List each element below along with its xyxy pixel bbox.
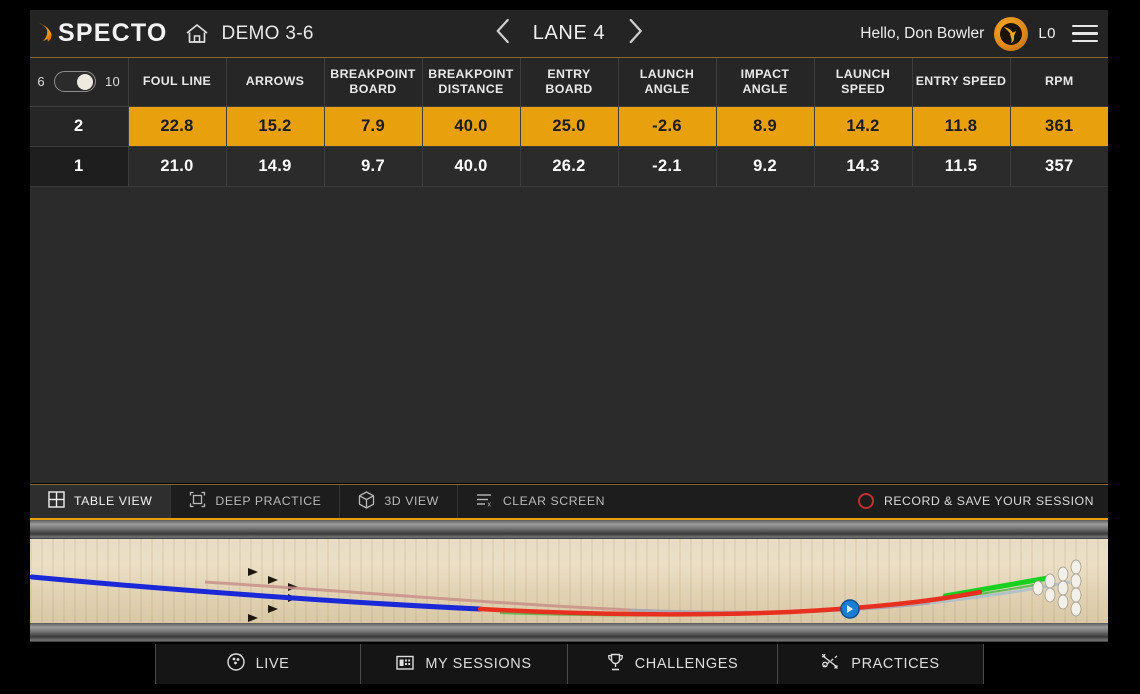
cell-breakpoint-distance: 40.0: [422, 146, 521, 187]
app-header: SPECTO DEMO 3-6 LANE 4 Hello, Don Bowler: [30, 10, 1108, 58]
cell-launch-speed: 14.3: [814, 146, 913, 187]
view-toolbar: TABLE VIEW DEEP PRACTICE 3D VIEW x CLEAR…: [30, 483, 1108, 520]
nav-tail: [984, 644, 1108, 684]
view-tab-3d-view[interactable]: 3D VIEW: [340, 484, 458, 518]
cell-launch-angle: -2.1: [618, 146, 717, 187]
cell-breakpoint-board: 7.9: [324, 106, 423, 147]
toggle-left-label: 6: [37, 74, 45, 90]
cell-launch-speed: 14.2: [814, 106, 913, 147]
grid-table-icon: [48, 491, 65, 511]
cell-breakpoint-board: 9.7: [324, 146, 423, 187]
lane-label: LANE 4: [532, 22, 606, 44]
lane-selector: LANE 4: [495, 17, 644, 50]
view-tab-deep-practice[interactable]: DEEP PRACTICE: [171, 484, 341, 518]
view-tab-table-view[interactable]: TABLE VIEW: [30, 484, 172, 518]
nav-item-my-sessions[interactable]: MY SESSIONS: [360, 644, 567, 684]
column-header-impact-angle[interactable]: IMPACT ANGLE: [716, 58, 815, 107]
home-icon[interactable]: [184, 22, 210, 46]
svg-text:x: x: [487, 501, 491, 508]
table-row[interactable]: 2 22.8 15.2 7.9 40.0 25.0 -2.6 8.9 14.2 …: [30, 106, 1108, 147]
column-header-entry-board[interactable]: ENTRY BOARD: [520, 58, 619, 107]
toggle-knob: [76, 73, 93, 90]
specto-swoosh-icon: [36, 21, 56, 47]
lane-overlay: [30, 559, 1082, 622]
nav-item-label: LIVE: [255, 656, 290, 672]
column-header-launch-speed[interactable]: LAUNCH SPEED: [814, 58, 913, 107]
nav-item-label: PRACTICES: [851, 656, 940, 672]
chevron-left-icon[interactable]: [495, 17, 511, 50]
cell-entry-board: 25.0: [520, 106, 619, 147]
column-header-foul-line[interactable]: FOUL LINE: [128, 58, 227, 107]
cube-3d-icon: [358, 490, 375, 512]
cell-rpm: 361: [1010, 106, 1108, 147]
cell-entry-speed: 11.8: [912, 106, 1011, 147]
table-row[interactable]: 1 21.0 14.9 9.7 40.0 26.2 -2.1 9.2 14.3 …: [30, 146, 1108, 187]
toggle-right-label: 10: [104, 74, 121, 90]
nav-item-label: CHALLENGES: [634, 656, 739, 672]
view-tab-label: CLEAR SCREEN: [502, 494, 606, 508]
stats-table: 6 10 FOUL LINE ARROWS BREAKPOINT BOARD B…: [30, 58, 1108, 187]
pin-count-toggle-cell: 6 10: [30, 58, 129, 107]
column-header-rpm[interactable]: RPM: [1010, 58, 1108, 107]
brand-logo[interactable]: SPECTO: [36, 21, 168, 47]
cell-launch-angle: -2.6: [618, 106, 717, 147]
stats-table-container: 6 10 FOUL LINE ARROWS BREAKPOINT BOARD B…: [30, 58, 1108, 187]
live-ball-icon: [226, 653, 245, 675]
record-label: RECORD & SAVE YOUR SESSION: [883, 494, 1094, 508]
table-header-row: 6 10 FOUL LINE ARROWS BREAKPOINT BOARD B…: [30, 58, 1108, 107]
cell-foul-line: 21.0: [128, 146, 227, 187]
bottom-navigation: LIVE MY SESSIONS CHALLENGES PRACTICES: [30, 644, 1108, 684]
cell-impact-angle: 9.2: [716, 146, 815, 187]
column-header-breakpoint-distance[interactable]: BREAKPOINT DISTANCE: [422, 58, 521, 107]
row-index: 2: [30, 106, 129, 147]
chevron-right-icon[interactable]: [627, 17, 643, 50]
column-header-entry-speed[interactable]: ENTRY SPEED: [912, 58, 1011, 107]
nav-item-challenges[interactable]: CHALLENGES: [567, 644, 777, 684]
cell-arrows: 14.9: [226, 146, 325, 187]
cell-entry-speed: 11.5: [912, 146, 1011, 187]
record-save-session-button[interactable]: RECORD & SAVE YOUR SESSION: [857, 485, 1094, 518]
column-header-breakpoint-board[interactable]: BREAKPOINT BOARD: [324, 58, 423, 107]
view-tab-label: TABLE VIEW: [74, 494, 153, 508]
clear-lines-icon: x: [476, 492, 494, 511]
brand-name: SPECTO: [58, 19, 168, 47]
trophy-icon: [607, 653, 624, 675]
view-tab-clear-screen[interactable]: x CLEAR SCREEN: [458, 485, 623, 518]
pin-rack-icon: [1032, 559, 1082, 616]
column-header-launch-angle[interactable]: LAUNCH ANGLE: [618, 58, 717, 107]
cell-foul-line: 22.8: [128, 106, 227, 147]
cell-entry-board: 26.2: [520, 146, 619, 187]
hamburger-menu-icon[interactable]: [1072, 24, 1098, 43]
lane-visualization[interactable]: [30, 519, 1108, 642]
header-user-area: Hello, Don Bowler L0: [860, 16, 1098, 51]
column-header-arrows[interactable]: ARROWS: [226, 58, 325, 107]
cell-breakpoint-distance: 40.0: [422, 106, 521, 147]
shot-1-trajectory: [30, 574, 483, 611]
level-badge: L0: [1038, 25, 1056, 42]
crop-frame-icon: [189, 491, 206, 511]
row-index: 1: [30, 146, 129, 187]
sessions-folder-icon: [396, 654, 415, 675]
nav-item-practices[interactable]: PRACTICES: [777, 644, 984, 684]
record-circle-icon: [857, 493, 874, 509]
bowler-avatar-icon[interactable]: [994, 16, 1029, 51]
nav-item-live[interactable]: LIVE: [155, 644, 360, 684]
cell-rpm: 357: [1010, 146, 1108, 187]
cell-impact-angle: 8.9: [716, 106, 815, 147]
greeting-text: Hello, Don Bowler: [860, 24, 985, 42]
specto-app-window: SPECTO DEMO 3-6 LANE 4 Hello, Don Bowler: [30, 10, 1108, 684]
pin-count-toggle[interactable]: [53, 71, 96, 93]
screen-root: SPECTO DEMO 3-6 LANE 4 Hello, Don Bowler: [0, 0, 1140, 694]
view-tab-label: DEEP PRACTICE: [215, 494, 322, 508]
empty-results-area: [30, 186, 1108, 484]
page-title: DEMO 3-6: [221, 22, 314, 44]
cell-arrows: 15.2: [226, 106, 325, 147]
ball-position-icon: [840, 598, 860, 619]
practice-plan-icon: [821, 653, 840, 675]
view-tab-label: 3D VIEW: [384, 494, 439, 508]
nav-item-label: MY SESSIONS: [425, 656, 532, 672]
